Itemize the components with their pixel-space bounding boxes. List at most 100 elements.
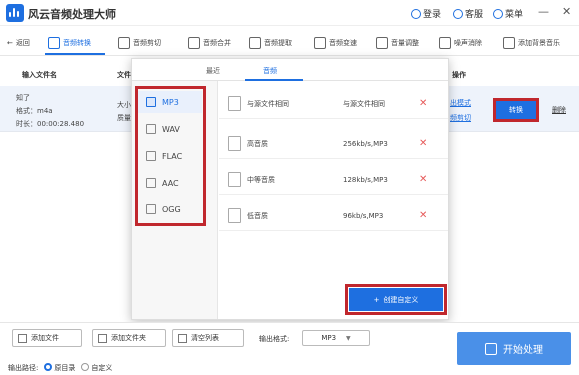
quality-value: 与源文件相同: [343, 99, 385, 108]
header-filename: 输入文件名: [22, 71, 57, 79]
clear-list-label: 清空列表: [191, 334, 219, 342]
back-label: 返回: [15, 39, 30, 47]
add-folder-label: 添加文件夹: [111, 334, 146, 342]
header-file: 文件: [117, 71, 131, 79]
scissors-icon: [118, 37, 130, 49]
trim-link[interactable]: 频剪切: [450, 113, 471, 123]
title-bar: 风云音频处理大师 登录 客服 菜单 — ✕: [0, 0, 579, 26]
remove-icon[interactable]: ✕: [419, 174, 427, 185]
headset-icon: [453, 9, 463, 19]
tab-audio-extract[interactable]: 音频提取: [249, 36, 292, 50]
arrow-left-icon: ←: [7, 39, 13, 47]
active-tab-indicator: [45, 53, 105, 55]
plus-icon: +: [373, 295, 380, 304]
remove-icon[interactable]: ✕: [419, 98, 427, 109]
output-format-select[interactable]: MP3 ▼: [302, 330, 370, 346]
tab-volume-adjust[interactable]: 音量调整: [376, 36, 419, 50]
file-name: 知了: [16, 94, 30, 102]
service-button[interactable]: 客服: [453, 7, 483, 20]
remove-icon[interactable]: ✕: [419, 138, 427, 149]
popup-tab-indicator: [245, 79, 303, 81]
volume-bars-icon: [376, 37, 388, 49]
audio-file-icon: [228, 172, 241, 187]
add-file-label: 添加文件: [31, 334, 59, 342]
tab-label: 音量调整: [391, 39, 419, 47]
merge-icon: [188, 37, 200, 49]
quality-name: 与源文件相同: [247, 99, 289, 108]
tab-audio-merge[interactable]: 音频合并: [188, 36, 231, 50]
remove-icon[interactable]: ✕: [419, 210, 427, 221]
quality-option-medium[interactable]: 中等音质 128kb/s,MP3 ✕: [219, 165, 448, 195]
quality-name: 高音质: [247, 139, 268, 148]
service-label: 客服: [465, 10, 484, 20]
speed-icon: [314, 37, 326, 49]
tab-label: 添加背景音乐: [518, 39, 560, 47]
audio-file-icon: [228, 96, 241, 111]
radio-original-dir[interactable]: 原目录: [44, 363, 75, 373]
menu-button[interactable]: 菜单: [493, 7, 523, 20]
format-popup: 最近 音频 MP3 WAV FLAC AAC OGG 与源文件相同 与源文件相同…: [131, 58, 449, 320]
output-path-label: 输出路径:: [8, 364, 39, 372]
tab-noise-removal[interactable]: 噪声消除: [439, 36, 482, 50]
close-button[interactable]: ✕: [562, 5, 571, 18]
user-icon: [411, 9, 421, 19]
menu-label: 菜单: [505, 10, 524, 20]
output-format-label: 输出格式:: [259, 335, 290, 343]
tab-audio-speed[interactable]: 音频变速: [314, 36, 357, 50]
create-custom-button[interactable]: + 创建自定义: [349, 288, 443, 311]
file-format: 格式：m4a: [16, 107, 53, 115]
tab-add-bgm[interactable]: 添加背景音乐: [503, 36, 560, 50]
tab-audio-cut[interactable]: 音频剪切: [118, 36, 161, 50]
app-logo-icon: [6, 4, 24, 22]
quality-option-same[interactable]: 与源文件相同 与源文件相同 ✕: [219, 89, 448, 119]
menu-icon: [493, 9, 503, 19]
audio-file-icon: [228, 136, 241, 151]
login-button[interactable]: 登录: [411, 7, 441, 20]
tab-label: 音频转换: [63, 39, 91, 47]
radio-label: 原目录: [54, 364, 76, 372]
clear-list-button[interactable]: 清空列表: [172, 329, 244, 347]
radio-custom-dir[interactable]: 自定义: [81, 363, 112, 373]
quality-value: 256kb/s,MP3: [343, 139, 388, 148]
start-label: 开始处理: [503, 345, 543, 356]
tab-label: 音频合并: [203, 39, 231, 47]
convert-button[interactable]: 转换: [493, 98, 539, 122]
quality-name: 中等音质: [247, 175, 275, 184]
minimize-button[interactable]: —: [538, 5, 549, 18]
header-action: 操作: [452, 71, 466, 79]
radio-checked-icon: [44, 363, 53, 371]
trash-icon: [178, 333, 187, 343]
file-duration: 时长：00:00:28.480: [16, 120, 85, 128]
quality-option-high[interactable]: 高音质 256kb/s,MP3 ✕: [219, 129, 448, 159]
tab-audio[interactable]: 音频: [263, 66, 277, 76]
folder-icon: [98, 333, 107, 343]
app-title: 风云音频处理大师: [28, 8, 116, 21]
quality-name: 低音质: [247, 211, 268, 220]
add-folder-button[interactable]: 添加文件夹: [92, 329, 166, 347]
tab-label: 音频剪切: [133, 39, 161, 47]
noise-icon: [439, 37, 451, 49]
add-file-button[interactable]: 添加文件: [12, 329, 82, 347]
extract-icon: [249, 37, 261, 49]
tab-label: 音频提取: [264, 39, 292, 47]
back-button[interactable]: ← 返回: [7, 36, 30, 50]
convert-icon: [48, 37, 60, 49]
format-list-highlight: [135, 86, 206, 226]
tab-recent[interactable]: 最近: [206, 66, 220, 76]
tab-label: 噪声消除: [454, 39, 482, 47]
audio-file-icon: [228, 208, 241, 223]
tab-label: 音频变速: [329, 39, 357, 47]
quality-option-low[interactable]: 低音质 96kb/s,MP3 ✕: [219, 201, 448, 231]
file-size: 大小: [117, 101, 131, 109]
delete-link[interactable]: 删除: [552, 105, 566, 115]
add-file-icon: [18, 333, 27, 343]
login-label: 登录: [423, 10, 442, 20]
tab-audio-convert[interactable]: 音频转换: [48, 36, 91, 50]
start-processing-button[interactable]: 开始处理: [457, 332, 571, 365]
create-custom-label: 创建自定义: [383, 295, 419, 304]
chevron-down-icon: ▼: [346, 334, 351, 342]
play-icon: [485, 342, 497, 355]
music-note-icon: [503, 37, 515, 49]
radio-unchecked-icon: [81, 363, 90, 371]
output-mode-link[interactable]: 出模式: [450, 98, 471, 108]
